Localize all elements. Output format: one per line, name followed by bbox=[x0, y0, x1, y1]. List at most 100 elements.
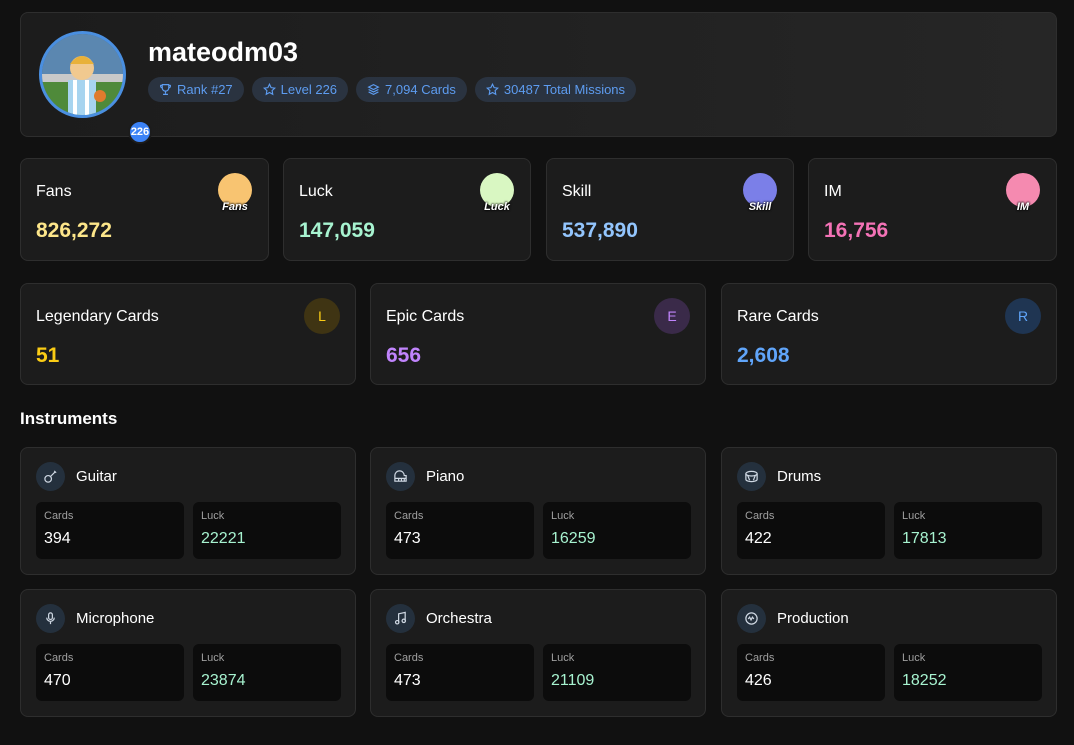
cards-value: 394 bbox=[44, 530, 71, 547]
rank-label: Rank #27 bbox=[177, 82, 233, 97]
luck-label: Luck bbox=[902, 652, 926, 664]
missions-pill: 30487 Total Missions bbox=[474, 77, 637, 102]
legendary-letter-icon: L bbox=[304, 298, 340, 334]
rarity-label: Legendary Cards bbox=[36, 308, 159, 325]
instrument-name: Production bbox=[777, 610, 849, 627]
im-icon: IM bbox=[1006, 173, 1040, 213]
instrument-name: Guitar bbox=[76, 468, 117, 485]
cards-label: Cards bbox=[44, 652, 74, 664]
luck-label: Luck bbox=[201, 510, 225, 522]
stat-label: IM bbox=[824, 183, 842, 200]
avatar-image bbox=[39, 31, 126, 118]
instrument-card-piano[interactable]: Piano Cards 473 Luck 16259 bbox=[370, 447, 706, 575]
luck-value: 18252 bbox=[902, 672, 947, 689]
avatar[interactable]: 226 bbox=[39, 31, 152, 144]
luck-box: Luck 16259 bbox=[543, 502, 691, 559]
luck-label: Luck bbox=[201, 652, 225, 664]
rarity-value: 51 bbox=[36, 344, 60, 367]
luck-box: Luck 23874 bbox=[193, 644, 341, 701]
rare-letter-icon: R bbox=[1005, 298, 1041, 334]
stat-value: 147,059 bbox=[299, 219, 375, 242]
layers-icon bbox=[367, 83, 380, 96]
luck-value: 16259 bbox=[551, 530, 596, 547]
instruments-heading: Instruments bbox=[20, 409, 118, 428]
cards-value: 422 bbox=[745, 530, 772, 547]
luck-value: 21109 bbox=[551, 672, 595, 689]
profile-header: 226 mateodm03 Rank #27 Level 226 7,094 C… bbox=[20, 12, 1057, 144]
epic-letter-icon: E bbox=[654, 298, 690, 334]
stat-value: 826,272 bbox=[36, 219, 112, 242]
stat-card-im: IM 16,756 IM bbox=[808, 158, 1057, 261]
stat-label: Luck bbox=[299, 183, 333, 200]
cards-box: Cards 394 bbox=[36, 502, 184, 559]
instrument-card-microphone[interactable]: Microphone Cards 470 Luck 23874 bbox=[20, 589, 356, 717]
instrument-card-guitar[interactable]: Guitar Cards 394 Luck 22221 bbox=[20, 447, 356, 575]
stat-card-luck: Luck 147,059 Luck bbox=[283, 158, 531, 261]
rarity-label: Rare Cards bbox=[737, 308, 819, 325]
instrument-card-orchestra[interactable]: Orchestra Cards 473 Luck 21109 bbox=[370, 589, 706, 717]
star-icon bbox=[485, 83, 499, 96]
cards-label: Cards bbox=[745, 510, 775, 522]
stat-label: Fans bbox=[36, 183, 72, 200]
rarity-value: 2,608 bbox=[737, 344, 790, 367]
luck-value: 23874 bbox=[201, 672, 246, 689]
cards-box: Cards 473 bbox=[386, 502, 534, 559]
instrument-name: Piano bbox=[426, 468, 465, 485]
guitar-icon bbox=[36, 462, 65, 491]
cards-box: Cards 473 bbox=[386, 644, 534, 701]
rarity-label: Epic Cards bbox=[386, 308, 465, 325]
cards-label: Cards bbox=[394, 510, 424, 522]
luck-label: Luck bbox=[902, 510, 926, 522]
trophy-icon bbox=[160, 84, 171, 95]
cards-value: 426 bbox=[745, 672, 772, 689]
luck-box: Luck 18252 bbox=[894, 644, 1042, 701]
luck-value: 22221 bbox=[201, 530, 246, 547]
cards-box: Cards 426 bbox=[737, 644, 885, 701]
fans-icon: Fans bbox=[218, 173, 252, 213]
luck-box: Luck 21109 bbox=[543, 644, 691, 701]
rarity-card-rare: Rare Cards 2,608 R bbox=[721, 283, 1057, 385]
luck-label: Luck bbox=[551, 510, 575, 522]
luck-box: Luck 22221 bbox=[193, 502, 341, 559]
stat-label: Skill bbox=[562, 183, 592, 200]
instrument-name: Drums bbox=[777, 468, 822, 485]
rarity-card-legendary: Legendary Cards 51 L bbox=[20, 283, 356, 385]
missions-label: 30487 Total Missions bbox=[503, 82, 626, 97]
luck-label: Luck bbox=[551, 652, 575, 664]
music-note-icon bbox=[386, 604, 415, 633]
instrument-name: Orchestra bbox=[426, 610, 492, 627]
profile-pills: Rank #27 Level 226 7,094 Cards 30487 Tot… bbox=[148, 77, 637, 102]
cards-box: Cards 422 bbox=[737, 502, 885, 559]
cards-value: 473 bbox=[394, 672, 421, 689]
instrument-card-drums[interactable]: Drums Cards 422 Luck 17813 bbox=[721, 447, 1057, 575]
microphone-icon bbox=[36, 604, 65, 633]
rank-pill: Rank #27 bbox=[148, 77, 244, 102]
instrument-card-production[interactable]: Production Cards 426 Luck 18252 bbox=[721, 589, 1057, 717]
cards-label: Cards bbox=[394, 652, 424, 664]
drum-icon bbox=[737, 462, 766, 491]
piano-icon bbox=[386, 462, 415, 491]
cards-label: Cards bbox=[745, 652, 775, 664]
clover-icon: Luck bbox=[480, 173, 514, 213]
level-badge: 226 bbox=[128, 120, 152, 144]
rarity-value: 656 bbox=[386, 344, 422, 367]
stat-card-fans: Fans 826,272 Fans bbox=[20, 158, 269, 261]
luck-box: Luck 17813 bbox=[894, 502, 1042, 559]
production-icon bbox=[737, 604, 766, 633]
cards-label: 7,094 Cards bbox=[385, 82, 456, 97]
level-label: Level 226 bbox=[280, 82, 338, 97]
cards-value: 470 bbox=[44, 672, 71, 689]
stat-value: 537,890 bbox=[562, 219, 638, 242]
instrument-name: Microphone bbox=[76, 610, 155, 627]
username: mateodm03 bbox=[148, 37, 299, 67]
cards-value: 473 bbox=[394, 530, 421, 547]
rarity-card-epic: Epic Cards 656 E bbox=[370, 283, 706, 385]
luck-value: 17813 bbox=[902, 530, 947, 547]
skill-icon: Skill bbox=[743, 173, 777, 213]
level-pill: Level 226 bbox=[251, 77, 349, 102]
stat-card-skill: Skill 537,890 Skill bbox=[546, 158, 794, 261]
cards-label: Cards bbox=[44, 510, 74, 522]
cards-box: Cards 470 bbox=[36, 644, 184, 701]
star-icon bbox=[262, 83, 276, 96]
cards-pill: 7,094 Cards bbox=[356, 77, 467, 102]
